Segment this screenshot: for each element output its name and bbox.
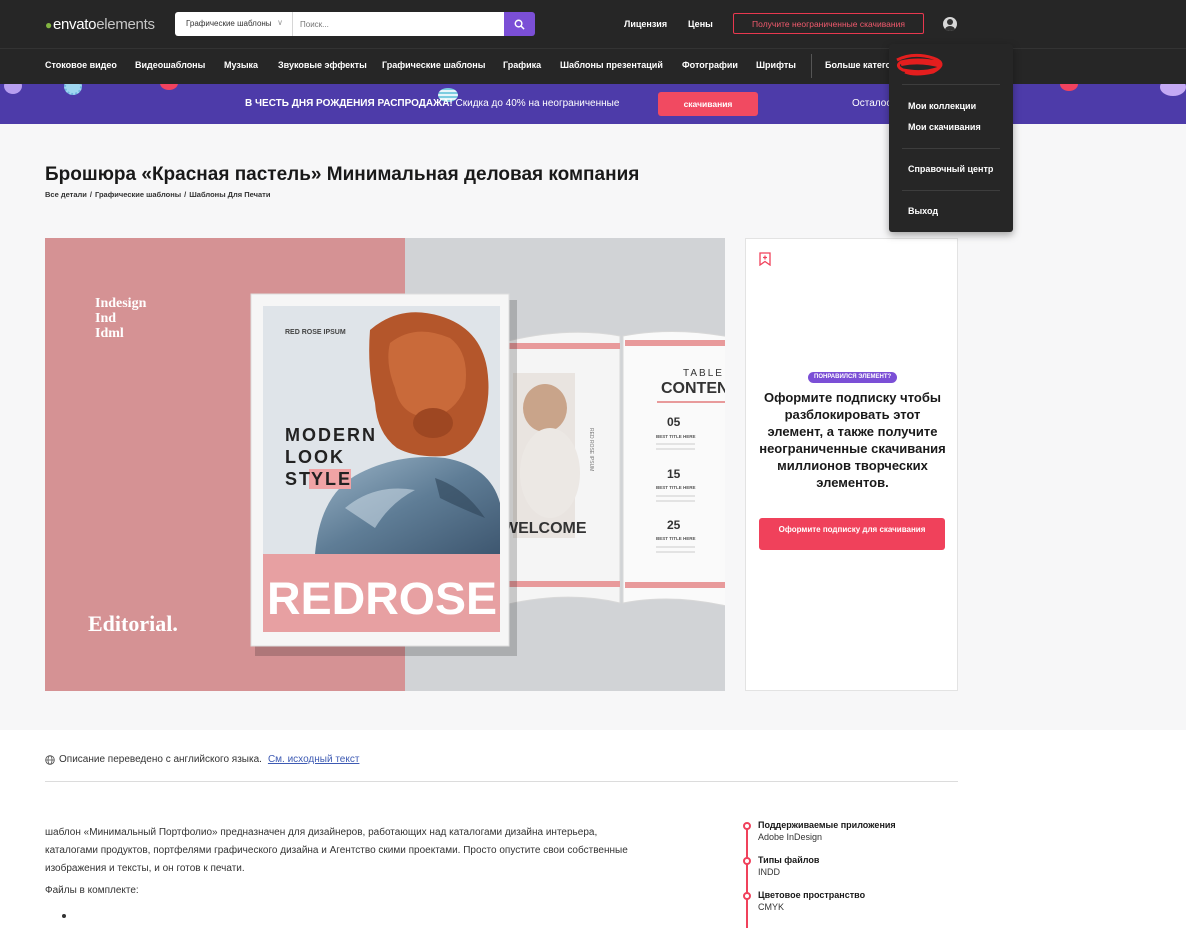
timeline-dot (743, 857, 751, 865)
liked-badge: ПОНРАВИЛСЯ ЭЛЕМЕНТ? (808, 372, 898, 383)
balloon-decoration (4, 84, 22, 94)
toc-title-2: CONTENTS (661, 380, 725, 397)
top-bar: ● envatoelements Графические шаблоны ∨ Л… (0, 0, 1186, 48)
timeline-dot (743, 822, 751, 830)
toc-title-1: TABLE OF (683, 368, 725, 379)
toc-number: 15 (667, 467, 681, 481)
breadcrumb-all-items[interactable]: Все детали (45, 190, 87, 199)
menu-item-my-downloads[interactable]: Мои скачивания (908, 122, 981, 132)
page-title: Брошюра «Красная пастель» Минимальная де… (45, 164, 640, 185)
search-category-label: Графические шаблоны (186, 19, 272, 28)
redaction-scribble (896, 53, 943, 76)
show-original-link[interactable]: См. исходный текст (268, 754, 359, 765)
balloon-decoration (1060, 84, 1078, 91)
subscribe-text: Оформите подписку чтобы разблокировать э… (759, 390, 946, 490)
files-included-heading: Файлы в комплекте: (45, 885, 139, 896)
cover-line-1: MODERN (285, 425, 377, 445)
translation-note-text: Описание переведено с английского языка. (59, 754, 262, 765)
license-link[interactable]: Лицензия (624, 19, 667, 29)
item-description: шаблон «Минимальный Портфолио» предназна… (45, 827, 628, 874)
breadcrumb-print-templates[interactable]: Шаблоны Для Печати (189, 190, 270, 199)
category-graphic-templates[interactable]: Графические шаблоны (382, 60, 485, 70)
attribute-label-color-space: Цветовое пространство (758, 890, 866, 900)
subscribe-card: ПОНРАВИЛСЯ ЭЛЕМЕНТ? Оформите подписку чт… (745, 238, 958, 691)
breadcrumb-graphic-templates[interactable]: Графические шаблоны (95, 190, 181, 199)
category-presentation-templates[interactable]: Шаблоны презентаций (560, 60, 663, 70)
subscribe-download-button[interactable]: Оформите подписку для скачивания (759, 518, 945, 550)
category-music[interactable]: Музыка (224, 60, 258, 70)
category-graphics[interactable]: Графика (503, 60, 541, 70)
envato-elements-logo[interactable]: ● envato elements (45, 16, 155, 33)
menu-item-help-center[interactable]: Справочный центр (908, 164, 993, 174)
toc-number: 25 (667, 518, 681, 532)
category-video-templates[interactable]: Видеошаблоны (135, 60, 205, 70)
cover-line-3a: ST (285, 469, 312, 489)
toc-item: BEST TITLE HERE (656, 536, 696, 541)
logo-suffix: elements (96, 16, 155, 33)
attribute-label-apps: Поддерживаемые приложения (758, 820, 896, 830)
category-stock-video[interactable]: Стоковое видео (45, 60, 117, 70)
toc-item: BEST TITLE HERE (656, 485, 696, 490)
balloon-decoration (160, 84, 178, 90)
translation-note: Описание переведено с английского языка.… (45, 754, 359, 765)
unlimited-downloads-button[interactable]: Получите неограниченные скачивания (733, 13, 924, 34)
attribute-value-apps: Adobe InDesign (758, 832, 823, 842)
attribute-label-file-types: Типы файлов (758, 855, 820, 865)
cover-brand: REDROSE (267, 573, 497, 624)
category-sound-effects[interactable]: Звуковые эффекты (278, 60, 367, 70)
timeline-dot (743, 892, 751, 900)
chevron-down-icon: ∨ (277, 18, 283, 27)
toc-number: 05 (667, 415, 681, 429)
globe-icon (45, 754, 55, 765)
menu-divider (902, 190, 1000, 191)
category-divider (811, 54, 812, 78)
promo-headline: В ЧЕСТЬ ДНЯ РОЖДЕНИЯ РАСПРОДАЖА! (245, 98, 453, 109)
brochure-mockup: RED ROSE IPSUM WELCOME TABLE OF CONTENTS… (250, 293, 725, 656)
user-account-icon[interactable] (943, 17, 957, 31)
cover-label: RED ROSE IPSUM (285, 329, 346, 336)
cover-line-2: LOOK (285, 447, 345, 467)
promo-text: В ЧЕСТЬ ДНЯ РОЖДЕНИЯ РАСПРОДАЖА! Скидка … (245, 98, 619, 109)
prices-link[interactable]: Цены (688, 19, 713, 29)
menu-divider (902, 84, 1000, 85)
promo-detail: Скидка до 40% на неограниченные (452, 98, 620, 109)
balloon-decoration (1160, 84, 1186, 96)
list-bullet (62, 914, 66, 918)
search-category-select[interactable]: Графические шаблоны ∨ (175, 12, 293, 36)
balloon-decoration (64, 84, 82, 95)
promo-remaining: Осталос (852, 98, 892, 109)
search-button[interactable] (504, 12, 535, 36)
category-photos[interactable]: Фотографии (682, 60, 738, 70)
section-divider (45, 781, 958, 782)
leaf-icon: ● (45, 17, 52, 32)
category-more[interactable]: Больше катего (825, 60, 891, 70)
search-icon (514, 19, 525, 30)
breadcrumb: Все детали / Графические шаблоны / Шаблоны Д… (45, 190, 271, 199)
search-input[interactable] (293, 12, 504, 36)
menu-item-logout[interactable]: Выход (908, 206, 938, 216)
attribute-value-file-types: INDD (758, 867, 780, 877)
attributes-timeline (746, 824, 748, 928)
menu-item-my-collections[interactable]: Мои коллекции (908, 101, 976, 111)
toc-item: BEST TITLE HERE (656, 434, 696, 439)
menu-divider (902, 148, 1000, 149)
cover-line-3b: YLE (311, 469, 352, 489)
promo-button[interactable]: скачивания (658, 92, 758, 116)
item-preview-image[interactable]: Indesign Ind Idml Editorial. RED ROSE IP… (45, 238, 725, 691)
spread-side-label: RED ROSE IPSUM (588, 428, 594, 471)
search-bar: Графические шаблоны ∨ (175, 12, 535, 36)
attribute-value-color-space: CMYK (758, 902, 785, 912)
logo-main: envato (52, 16, 97, 33)
category-fonts[interactable]: Шрифты (756, 60, 796, 70)
bookmark-add-icon[interactable] (759, 252, 771, 266)
